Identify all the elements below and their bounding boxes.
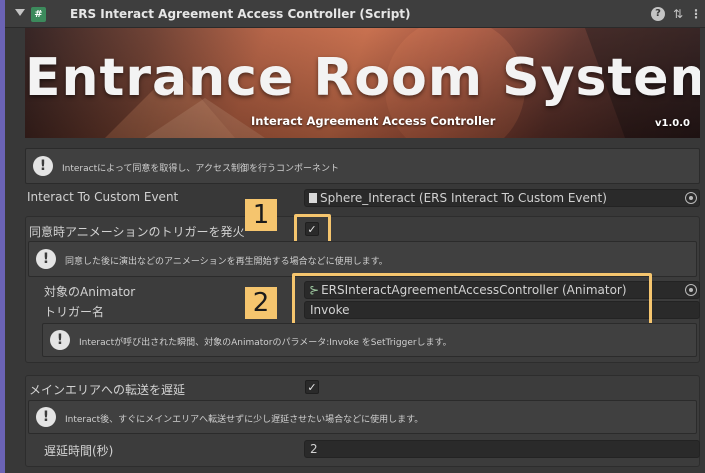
animation-help-text: 同意した後に演出などのアニメーションを再生開始する場合などに使用します。 [65,257,388,267]
help-icon[interactable]: ? [651,7,665,21]
object-picker-icon[interactable] [685,192,697,204]
animation-trigger-checkbox[interactable]: ✓ [305,222,319,236]
delay-time-input[interactable]: 2 [304,440,700,458]
trigger-name-label: トリガー名 [44,305,105,319]
trigger-help-text: Interactが呼び出された瞬間、対象のAnimatorのパラメータ:Invo… [79,338,452,348]
kebab-menu-icon[interactable]: ⋮ [689,7,703,21]
animation-help-box: ! 同意した後に演出などのアニメーションを再生開始する場合などに使用します。 [28,241,697,277]
info-icon: ! [50,330,70,350]
delay-label: メインエリアへの転送を遅延 [29,383,186,397]
annotation-badge-2: 2 [245,287,277,319]
banner-subtitle: Interact Agreement Access Controller [251,114,496,128]
banner-title: Entrance Room System [25,48,700,108]
object-picker-icon[interactable] [685,284,697,296]
chevron-down-icon[interactable] [15,9,25,16]
intro-help-box: ! Interactによって同意を取得し、アクセス制御を行うコンポーネント [25,148,700,184]
delay-checkbox[interactable]: ✓ [305,380,319,394]
info-icon: ! [36,249,56,269]
custom-event-field[interactable]: Sphere_Interact (ERS Interact To Custom … [304,189,700,207]
annotation-badge-1: 1 [245,199,277,231]
animation-trigger-label: 同意時アニメーションのトリガーを発火 [29,225,245,239]
script-icon: # [31,7,46,22]
component-title: ERS Interact Agreement Access Controller… [70,7,411,21]
component-header[interactable]: # ERS Interact Agreement Access Controll… [5,0,705,28]
delay-help-box: ! Interact後、すぐにメインエリアへ転送せずに少し遅延させたい場合などに… [28,400,697,434]
intro-help-text: Interactによって同意を取得し、アクセス制御を行うコンポーネント [62,164,339,174]
animator-label: 対象のAnimator [44,285,136,299]
inspector-accent-bar [0,0,5,473]
banner-version: v1.0.0 [655,118,690,129]
delay-help-text: Interact後、すぐにメインエリアへ転送せずに少し遅延させたい場合などに使用… [65,415,424,425]
info-icon: ! [36,407,56,427]
custom-event-value: Sphere_Interact (ERS Interact To Custom … [320,191,607,205]
sliders-icon[interactable]: ⇅ [671,7,685,21]
delay-time-label: 遅延時間(秒) [44,444,114,458]
script-file-icon [309,193,317,203]
info-icon: ! [33,156,53,176]
custom-event-label: Interact To Custom Event [27,190,179,204]
banner-image: Entrance Room System Interact Agreement … [25,28,700,138]
trigger-help-box: ! Interactが呼び出された瞬間、対象のAnimatorのパラメータ:In… [42,323,697,357]
